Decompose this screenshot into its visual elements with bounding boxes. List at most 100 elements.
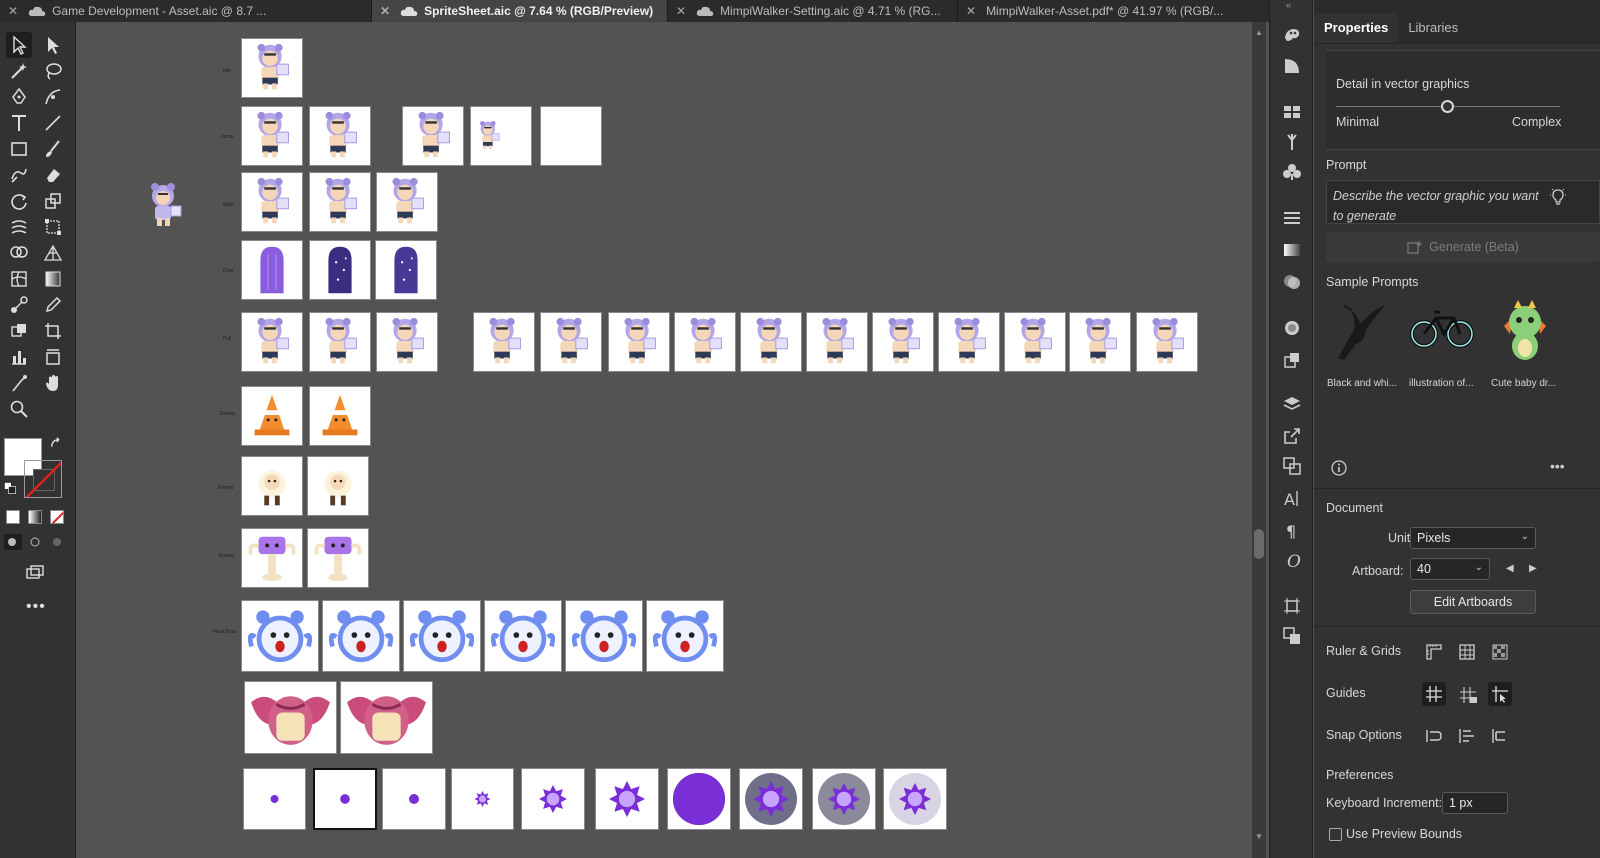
sprite-frame[interactable] — [243, 768, 306, 830]
draw-normal-icon[interactable] — [4, 534, 22, 550]
pasteboard-character[interactable] — [143, 182, 191, 232]
vertical-scrollbar[interactable]: ▲ ▼ — [1252, 22, 1266, 858]
canvas[interactable]: Idle Jump Walk Door Pull Enemy Enemy Ene… — [77, 22, 1252, 858]
shape-builder-tool-icon[interactable] — [6, 240, 32, 266]
free-transform-tool-icon[interactable] — [40, 214, 66, 240]
gradient-panel-icon[interactable] — [1280, 54, 1304, 78]
live-paint-bucket-tool-icon[interactable] — [6, 318, 32, 344]
tab-spritesheet[interactable]: ✕ SpriteSheet.aic @ 7.64 % (RGB/Preview) — [372, 0, 668, 22]
pen-tool-icon[interactable] — [6, 84, 32, 110]
sprite-frame[interactable] — [322, 600, 400, 672]
sprite-frame[interactable] — [313, 768, 377, 830]
close-tab-icon[interactable]: ✕ — [380, 4, 390, 18]
sprite-frame[interactable] — [739, 768, 803, 830]
sprite-frame[interactable] — [540, 106, 602, 166]
prompt-input[interactable]: Describe the vector graphic you want to … — [1326, 180, 1600, 224]
tab-properties[interactable]: Properties — [1314, 13, 1399, 43]
transparency-icon[interactable] — [1280, 270, 1304, 294]
gradient-swatch-icon[interactable] — [1280, 238, 1304, 262]
color-guide-icon[interactable] — [1280, 22, 1304, 46]
rectangle-tool-icon[interactable] — [6, 136, 32, 162]
sprite-frame[interactable] — [402, 106, 464, 166]
layers-icon[interactable] — [1280, 392, 1304, 416]
show-guides-toggle[interactable] — [1422, 682, 1446, 706]
sample-crane-image[interactable] — [1330, 300, 1390, 362]
sprite-frame[interactable] — [241, 456, 303, 516]
sprite-frame[interactable] — [307, 528, 369, 588]
tab-mimpiwalker-setting[interactable]: ✕ MimpiWalker-Setting.aic @ 4.71 % (RG..… — [668, 0, 958, 22]
transparency-grid-icon[interactable] — [1490, 642, 1510, 662]
symbol-sprayer-tool-icon[interactable] — [6, 370, 32, 396]
lasso-tool-icon[interactable] — [40, 58, 66, 84]
mesh-tool-icon[interactable] — [6, 266, 32, 292]
scale-tool-icon[interactable] — [40, 188, 66, 214]
slice-tool-icon[interactable] — [40, 344, 66, 370]
eyedropper-tool-icon[interactable] — [40, 292, 66, 318]
use-preview-bounds-checkbox[interactable] — [1329, 828, 1342, 841]
type-tool-icon[interactable] — [6, 110, 32, 136]
sprite-frame[interactable] — [241, 106, 303, 166]
scrollbar-thumb[interactable] — [1254, 529, 1264, 559]
sprite-frame[interactable] — [309, 106, 371, 166]
rotate-tool-icon[interactable] — [6, 188, 32, 214]
sprite-frame[interactable] — [241, 172, 303, 232]
sprite-frame[interactable] — [403, 600, 481, 672]
sprite-frame[interactable] — [1069, 312, 1131, 372]
sprite-frame[interactable] — [451, 768, 514, 830]
sprite-frame[interactable] — [521, 768, 585, 830]
sprite-frame[interactable] — [340, 681, 433, 754]
appearance-icon[interactable] — [1280, 316, 1304, 340]
sprite-frame[interactable] — [244, 681, 337, 754]
scroll-down-icon[interactable]: ▼ — [1255, 832, 1263, 841]
tab-libraries[interactable]: Libraries — [1398, 13, 1468, 43]
direct-selection-tool-icon[interactable] — [40, 32, 66, 58]
sprite-frame[interactable] — [473, 312, 535, 372]
sprite-frame[interactable] — [309, 386, 371, 446]
default-colors-icon[interactable] — [2, 480, 18, 496]
artboards-panel-icon[interactable] — [1280, 454, 1304, 478]
smart-guides-toggle[interactable] — [1488, 682, 1512, 706]
gradient-mode-icon[interactable] — [28, 510, 42, 524]
none-mode-icon[interactable] — [50, 510, 64, 524]
tab-mimpiwalker-asset[interactable]: ✕ MimpiWalker-Asset.pdf* @ 41.97 % (RGB/… — [958, 0, 1296, 22]
sprite-frame[interactable] — [241, 528, 303, 588]
shaper-tool-icon[interactable] — [6, 162, 32, 188]
tab-game-development[interactable]: ✕ Game Development - Asset.aic @ 8.7 ... — [0, 0, 372, 22]
sprite-frame[interactable] — [646, 600, 724, 672]
sprite-frame[interactable] — [241, 600, 319, 672]
snap-to-glyph-icon[interactable] — [1490, 726, 1510, 746]
generate-button[interactable]: Generate (Beta) — [1326, 232, 1600, 262]
screen-mode-icon[interactable] — [22, 560, 48, 586]
sprite-frame[interactable] — [806, 312, 868, 372]
sprite-frame[interactable] — [241, 240, 303, 300]
scroll-up-icon[interactable]: ▲ — [1255, 28, 1263, 37]
sprite-frame[interactable] — [484, 600, 562, 672]
zoom-tool-icon[interactable] — [6, 396, 32, 422]
previous-artboard-icon[interactable]: ◀ — [1506, 563, 1514, 574]
sprite-frame[interactable] — [608, 312, 670, 372]
draw-behind-icon[interactable] — [26, 534, 44, 550]
sprite-frame[interactable] — [376, 172, 438, 232]
pathfinder-icon[interactable] — [1280, 624, 1304, 648]
swatches-icon[interactable] — [1280, 100, 1304, 124]
sprite-frame[interactable] — [565, 600, 643, 672]
line-tool-icon[interactable] — [40, 110, 66, 136]
collapse-panels-icon[interactable]: « — [1286, 0, 1291, 10]
close-tab-icon[interactable]: ✕ — [676, 4, 686, 18]
more-tools-icon[interactable]: ••• — [26, 598, 46, 616]
brushes-icon[interactable] — [1280, 130, 1304, 154]
gradient-tool-icon[interactable] — [40, 266, 66, 292]
curvature-tool-icon[interactable] — [40, 84, 66, 110]
more-options-icon[interactable]: ••• — [1550, 458, 1565, 474]
sprite-frame[interactable] — [470, 106, 532, 166]
edit-artboards-button[interactable]: Edit Artboards — [1410, 590, 1536, 614]
lock-guides-icon[interactable] — [1457, 684, 1479, 706]
draw-inside-icon[interactable] — [48, 534, 66, 550]
sprite-frame[interactable] — [674, 312, 736, 372]
next-artboard-icon[interactable]: ▶ — [1529, 563, 1537, 574]
sprite-frame[interactable] — [307, 456, 369, 516]
warp-tool-icon[interactable] — [6, 214, 32, 240]
sprite-frame[interactable] — [375, 240, 437, 300]
sprite-frame[interactable] — [883, 768, 947, 830]
sample-bicycle-image[interactable] — [1410, 306, 1474, 352]
